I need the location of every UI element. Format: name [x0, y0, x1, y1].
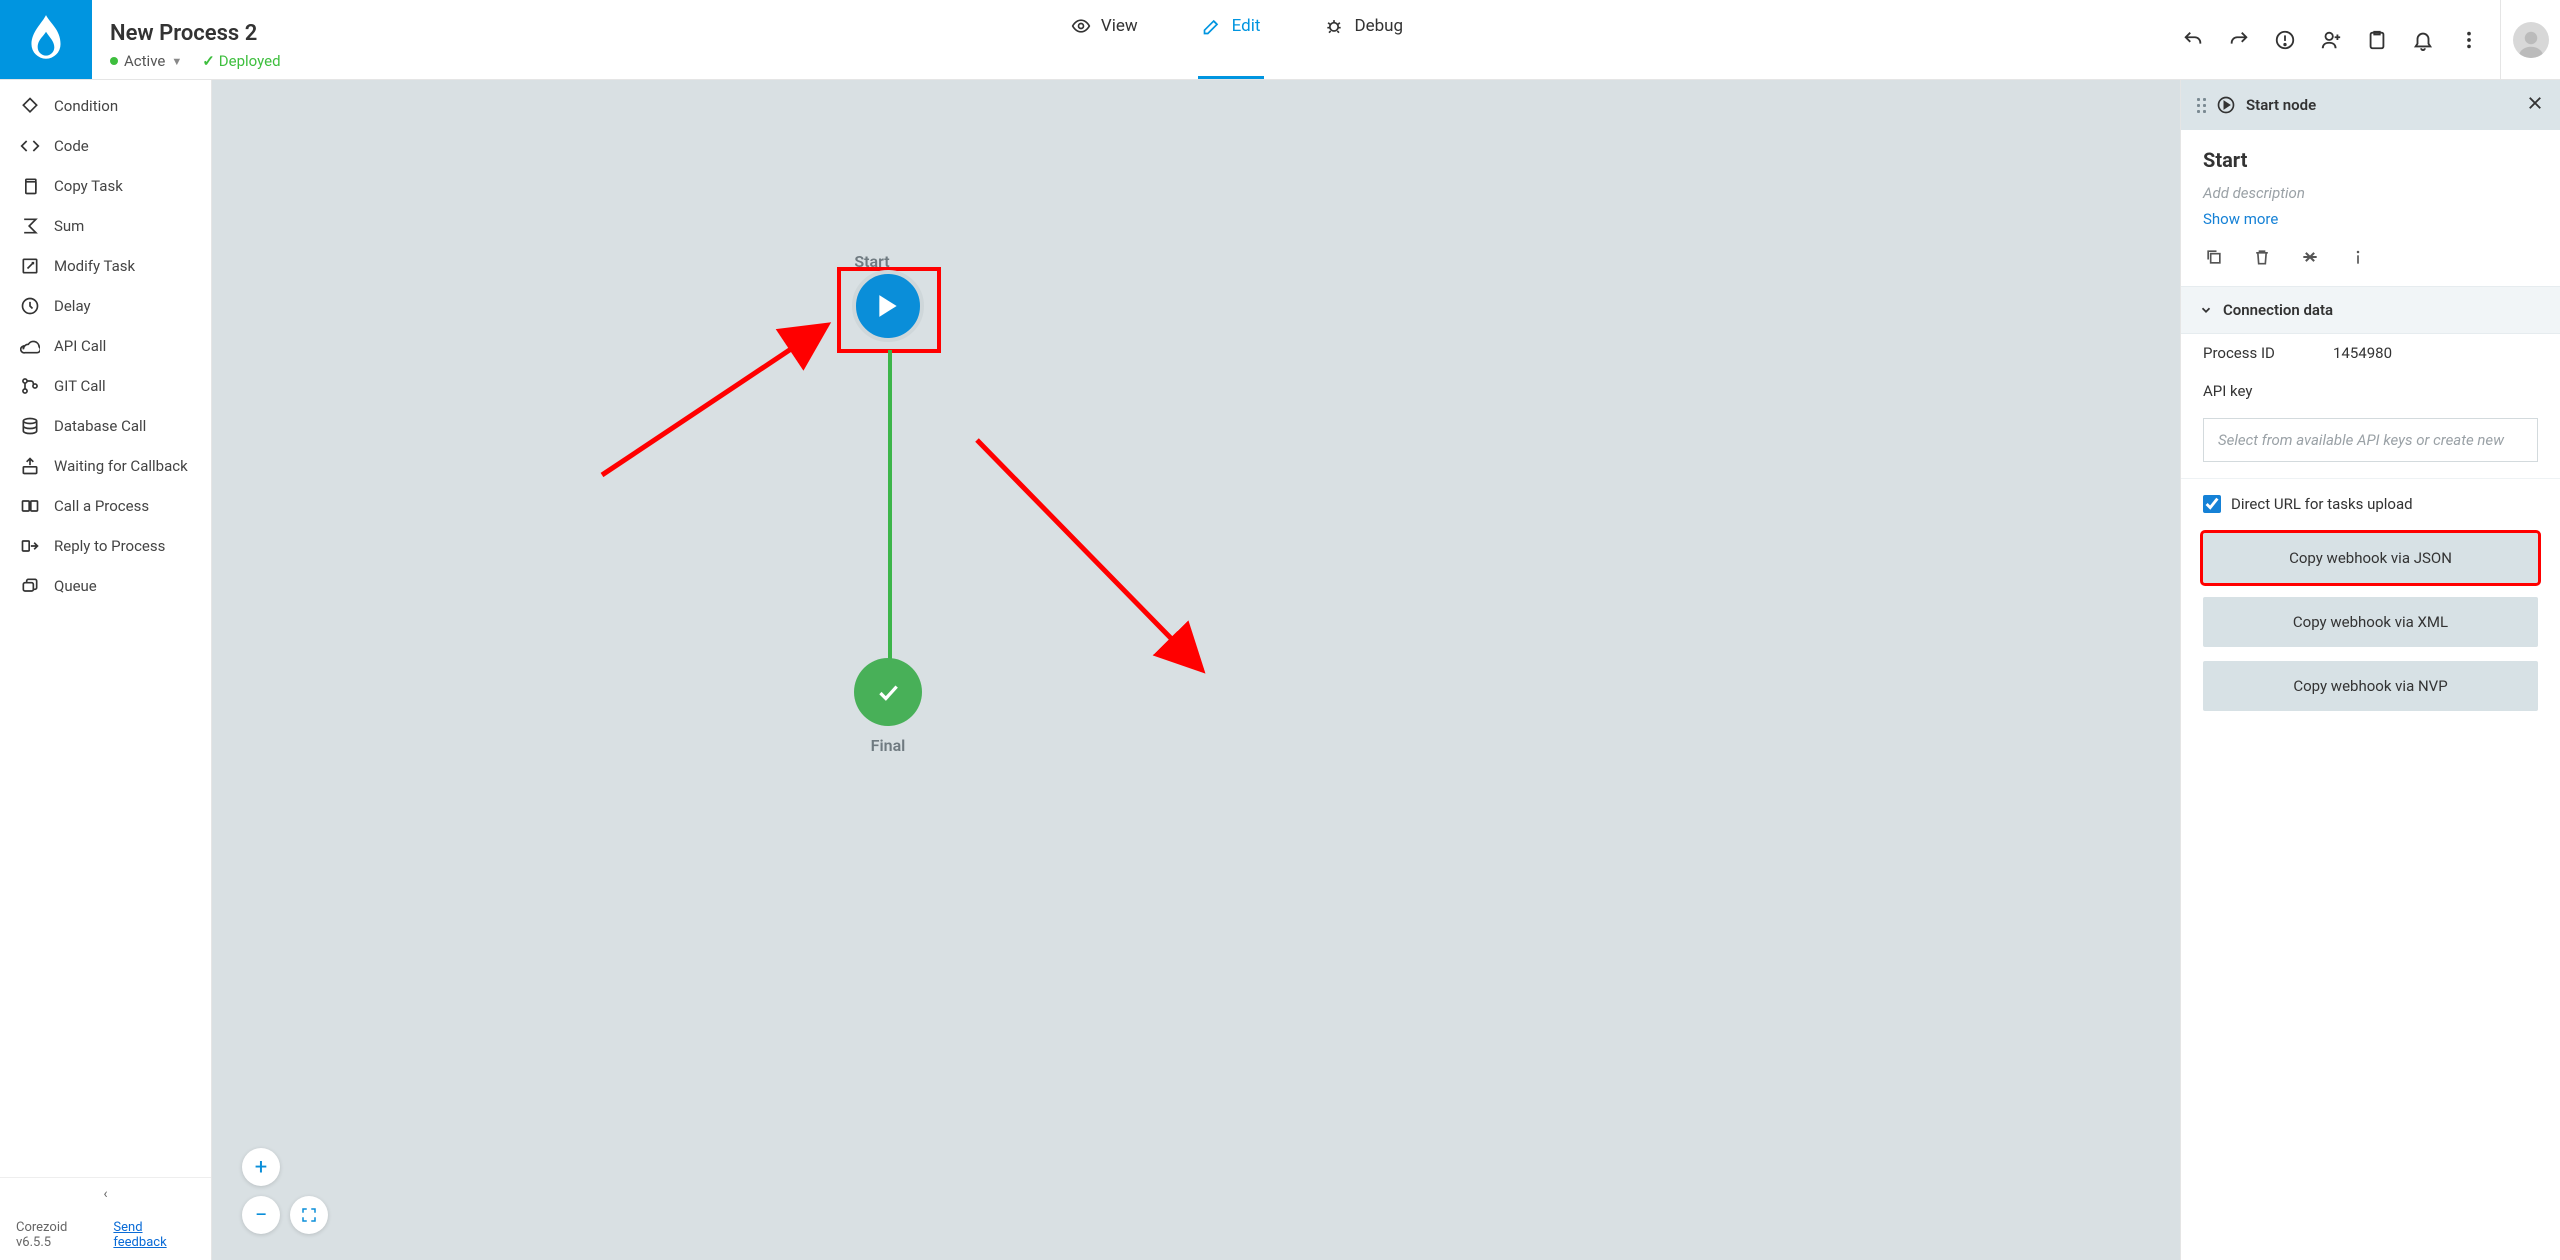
sidebar-item-reply-process[interactable]: Reply to Process — [0, 526, 211, 566]
sidebar-item-label: Reply to Process — [54, 537, 165, 555]
direct-url-label: Direct URL for tasks upload — [2231, 495, 2413, 513]
edge-start-final — [888, 350, 892, 660]
annotation-arrow-panel — [967, 430, 1227, 690]
fit-icon — [300, 1206, 318, 1224]
node-palette-sidebar: Condition Code Copy Task Sum Modify Task… — [0, 80, 212, 1260]
final-node-label: Final — [871, 736, 906, 755]
status-deployed: ✓ Deployed — [202, 52, 280, 70]
sidebar-item-delay[interactable]: Delay — [0, 286, 211, 326]
copy-webhook-xml-button[interactable]: Copy webhook via XML — [2203, 597, 2538, 647]
task-button[interactable] — [2364, 27, 2390, 53]
copy-webhook-nvp-button[interactable]: Copy webhook via NVP — [2203, 661, 2538, 711]
more-button[interactable] — [2456, 27, 2482, 53]
start-node[interactable] — [852, 270, 924, 342]
sidebar-item-code[interactable]: Code — [0, 126, 211, 166]
sidebar-item-api-call[interactable]: API Call — [0, 326, 211, 366]
sidebar-item-label: Modify Task — [54, 257, 135, 275]
annotation-arrow-start — [592, 270, 852, 490]
errors-button[interactable] — [2272, 27, 2298, 53]
sidebar-item-label: GIT Call — [54, 377, 106, 395]
user-avatar[interactable] — [2513, 22, 2549, 58]
zoom-out-button[interactable]: − — [242, 1196, 280, 1234]
tab-edit-label: Edit — [1232, 16, 1261, 36]
sidebar-item-label: Waiting for Callback — [54, 457, 188, 475]
sidebar-item-git-call[interactable]: GIT Call — [0, 366, 211, 406]
check-icon — [875, 679, 901, 705]
sidebar-item-label: Delay — [54, 297, 91, 315]
tab-edit[interactable]: Edit — [1198, 0, 1265, 79]
process-id-value: 1454980 — [2333, 344, 2392, 362]
sidebar-item-label: Copy Task — [54, 177, 123, 195]
tab-debug[interactable]: Debug — [1320, 0, 1407, 79]
redo-button[interactable] — [2226, 27, 2252, 53]
status-deployed-label: Deployed — [219, 52, 281, 70]
tab-view[interactable]: View — [1067, 0, 1142, 79]
close-icon — [2526, 94, 2544, 112]
tab-debug-label: Debug — [1354, 16, 1403, 36]
chevron-down-icon — [2199, 303, 2213, 317]
tab-view-label: View — [1101, 16, 1138, 36]
sidebar-item-database-call[interactable]: Database Call — [0, 406, 211, 446]
sidebar-item-call-process[interactable]: Call a Process — [0, 486, 211, 526]
copy-webhook-json-button[interactable]: Copy webhook via JSON — [2203, 533, 2538, 583]
sidebar-item-modify-task[interactable]: Modify Task — [0, 246, 211, 286]
drag-handle-icon[interactable] — [2197, 98, 2206, 113]
status-active-label: Active — [124, 52, 165, 70]
info-button[interactable] — [2347, 246, 2369, 268]
connection-data-accordion[interactable]: Connection data — [2181, 286, 2560, 334]
sidebar-item-label: API Call — [54, 337, 106, 355]
node-title[interactable]: Start — [2203, 148, 2538, 172]
accordion-label: Connection data — [2223, 301, 2333, 319]
api-key-label: API key — [2203, 382, 2333, 400]
description-input[interactable]: Add description — [2203, 184, 2538, 202]
disconnect-button[interactable] — [2299, 246, 2321, 268]
notifications-button[interactable] — [2410, 27, 2436, 53]
sidebar-item-sum[interactable]: Sum — [0, 206, 211, 246]
panel-header-title: Start node — [2246, 96, 2516, 114]
sidebar-item-label: Queue — [54, 577, 97, 595]
direct-url-checkbox[interactable] — [2203, 495, 2221, 513]
send-feedback-link[interactable]: Send feedback — [113, 1220, 195, 1250]
node-properties-panel: Start node Start Add description Show mo… — [2180, 80, 2560, 1260]
sidebar-item-label: Database Call — [54, 417, 146, 435]
sidebar-item-condition[interactable]: Condition — [0, 86, 211, 126]
share-button[interactable] — [2318, 27, 2344, 53]
final-node[interactable] — [854, 658, 922, 726]
sidebar-item-waiting-callback[interactable]: Waiting for Callback — [0, 446, 211, 486]
fit-screen-button[interactable] — [290, 1196, 328, 1234]
sidebar-collapse-button[interactable]: ‹ — [0, 1177, 211, 1210]
sidebar-item-copy-task[interactable]: Copy Task — [0, 166, 211, 206]
app-logo[interactable] — [0, 0, 92, 79]
process-id-label: Process ID — [2203, 344, 2333, 362]
app-version: Corezoid v6.5.5 — [16, 1220, 101, 1250]
process-canvas[interactable]: Start Final + − — [212, 80, 2180, 1260]
active-dot-icon — [110, 57, 118, 65]
sidebar-item-queue[interactable]: Queue — [0, 566, 211, 606]
check-icon: ✓ — [202, 52, 215, 70]
chevron-down-icon: ▼ — [171, 55, 182, 68]
sidebar-item-label: Code — [54, 137, 89, 155]
copy-node-button[interactable] — [2203, 246, 2225, 268]
api-key-select[interactable]: Select from available API keys or create… — [2203, 418, 2538, 462]
status-active-dropdown[interactable]: Active ▼ — [110, 52, 182, 70]
play-icon — [877, 293, 899, 319]
delete-node-button[interactable] — [2251, 246, 2273, 268]
show-more-link[interactable]: Show more — [2203, 210, 2278, 228]
undo-button[interactable] — [2180, 27, 2206, 53]
sidebar-item-label: Call a Process — [54, 497, 149, 515]
zoom-in-button[interactable]: + — [242, 1148, 280, 1186]
process-title: New Process 2 — [110, 21, 294, 46]
sidebar-item-label: Condition — [54, 97, 118, 115]
close-panel-button[interactable] — [2526, 94, 2544, 116]
play-circle-icon — [2216, 95, 2236, 115]
sidebar-item-label: Sum — [54, 217, 84, 235]
